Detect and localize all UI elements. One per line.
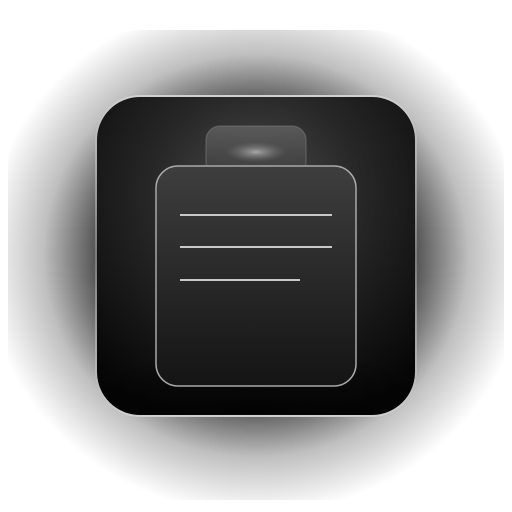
clipboard-app-icon	[8, 30, 504, 500]
clipboard-board	[155, 165, 357, 387]
clipboard-clip-highlight	[226, 142, 286, 162]
icon-canvas	[0, 0, 512, 512]
